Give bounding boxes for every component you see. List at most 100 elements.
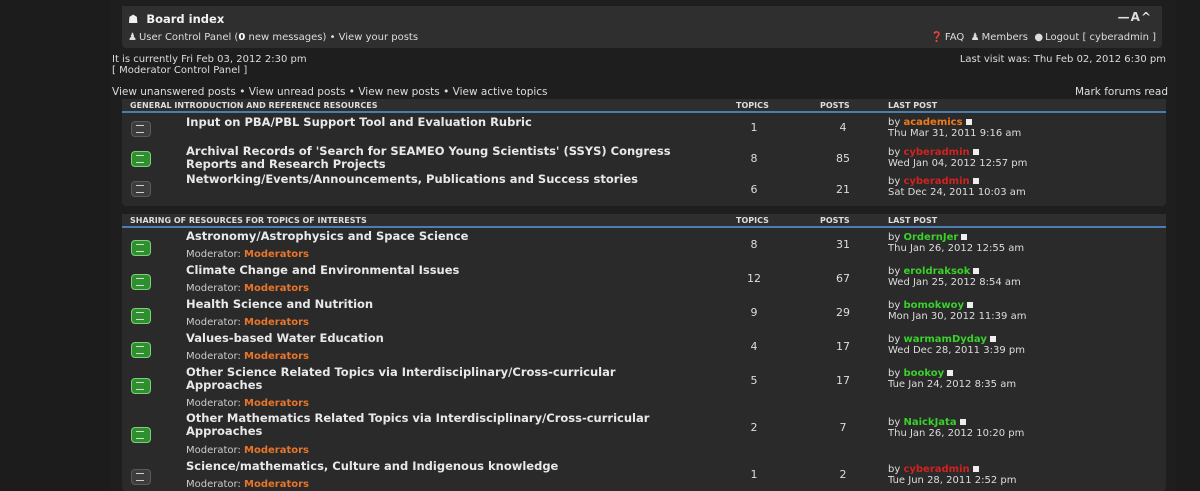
view-latest-post-icon[interactable] [959, 419, 966, 425]
view-latest-post-icon[interactable] [967, 302, 974, 308]
user-control-panel-link[interactable]: User Control Panel (0 new messages) [139, 32, 326, 43]
last-post-author[interactable]: cyberadmin [903, 147, 969, 158]
view-new-link[interactable]: View new posts [358, 86, 439, 98]
moderators-link[interactable]: Moderators [244, 479, 309, 490]
home-icon: ☗ [128, 12, 139, 26]
forum-title-link[interactable]: Climate Change and Environmental Issues [186, 264, 459, 277]
topics-count: 8 [750, 152, 758, 165]
view-active-link[interactable]: View active topics [453, 86, 548, 98]
forum-unread-icon [131, 151, 151, 167]
section-title[interactable]: SHARING OF RESOURCES FOR TOPICS OF INTER… [130, 216, 367, 225]
last-post-date: Mon Jan 30, 2012 11:39 am [888, 311, 1027, 322]
members-icon: ♟ [970, 32, 980, 43]
moderators-link[interactable]: Moderators [244, 351, 309, 362]
last-post: by cyberadmin Tue Jun 28, 2011 2:52 pm [888, 464, 1017, 486]
moderator-line: Moderator: Moderators [186, 479, 310, 490]
last-post-author[interactable]: OrdernJer [903, 232, 958, 243]
navbar: ☗ Board index —A^ ♟ User Control Panel (0… [122, 6, 1162, 48]
forum-unread-icon [131, 274, 151, 290]
moderator-control-panel-link[interactable]: [ Moderator Control Panel ] [112, 65, 307, 76]
view-latest-post-icon[interactable] [947, 370, 954, 376]
last-post-date: Tue Jan 24, 2012 8:35 am [888, 379, 1017, 390]
faq-link[interactable]: FAQ [945, 32, 964, 43]
board-index-link[interactable]: Board index [146, 12, 224, 26]
forum-title-link[interactable]: Input on PBA/PBL Support Tool and Evalua… [186, 116, 532, 129]
forum-row: Other Science Related Topics via Interdi… [122, 365, 1166, 411]
forum-row: Science/mathematics, Culture and Indigen… [122, 459, 1166, 491]
forum-unread-icon [131, 308, 151, 324]
view-unread-link[interactable]: View unread posts [249, 86, 346, 98]
topics-count: 4 [750, 340, 758, 353]
last-post-author[interactable]: bookoy [903, 368, 944, 379]
forum-row: Other Mathematics Related Topics via Int… [122, 411, 1166, 459]
forum-title-link[interactable]: Networking/Events/Announcements, Publica… [186, 173, 706, 186]
view-unanswered-link[interactable]: View unanswered posts [112, 86, 236, 98]
forum-row: Networking/Events/Announcements, Publica… [122, 173, 1166, 203]
forum-title-link[interactable]: Health Science and Nutrition [186, 298, 373, 311]
col-posts: POSTS [820, 216, 850, 225]
last-post-author[interactable]: eroldraksok [903, 266, 970, 277]
posts-count: 17 [836, 340, 850, 353]
topics-count: 1 [750, 121, 758, 134]
topics-count: 12 [747, 272, 761, 285]
last-post: by eroldraksok Wed Jan 25, 2012 8:54 am [888, 266, 1021, 288]
view-latest-post-icon[interactable] [973, 268, 980, 274]
moderators-link[interactable]: Moderators [244, 445, 309, 456]
forum-row: Values-based Water Education Moderator: … [122, 331, 1166, 365]
topics-count: 6 [750, 183, 758, 196]
col-topics: TOPICS [736, 101, 769, 110]
last-post: by cyberadmin Sat Dec 24, 2011 10:03 am [888, 176, 1026, 198]
faq-icon: ❓ [930, 32, 943, 43]
moderators-link[interactable]: Moderators [244, 249, 309, 260]
last-post-author[interactable]: warmamDyday [903, 334, 986, 345]
last-post-author[interactable]: bomokwoy [903, 300, 964, 311]
mark-forums-read-link[interactable]: Mark forums read [1075, 86, 1168, 98]
posts-count: 29 [836, 306, 850, 319]
col-topics: TOPICS [736, 216, 769, 225]
last-post-date: Thu Jan 26, 2012 12:55 am [888, 243, 1025, 254]
view-latest-post-icon[interactable] [972, 178, 979, 184]
moderators-link[interactable]: Moderators [244, 283, 309, 294]
posts-count: 2 [839, 468, 847, 481]
moderators-link[interactable]: Moderators [244, 398, 309, 409]
topics-count: 1 [750, 468, 758, 481]
last-post-author[interactable]: academics [903, 117, 962, 128]
view-latest-post-icon[interactable] [972, 466, 979, 472]
moderators-link[interactable]: Moderators [244, 317, 309, 328]
forum-title-link[interactable]: Science/mathematics, Culture and Indigen… [186, 460, 558, 473]
view-latest-post-icon[interactable] [961, 234, 968, 240]
last-post-date: Tue Jun 28, 2011 2:52 pm [888, 475, 1017, 486]
forum-title-link[interactable]: Other Science Related Topics via Interdi… [186, 366, 666, 392]
forum-row: Input on PBA/PBL Support Tool and Evalua… [122, 115, 1166, 141]
logout-link[interactable]: Logout [ cyberadmin ] [1045, 32, 1156, 43]
posts-count: 67 [836, 272, 850, 285]
forum-title-link[interactable]: Values-based Water Education [186, 332, 384, 345]
topics-count: 5 [750, 374, 758, 387]
last-visit: Last visit was: Thu Feb 02, 2012 6:30 pm [959, 54, 1166, 65]
forum-title-link[interactable]: Astronomy/Astrophysics and Space Science [186, 230, 469, 243]
moderator-line: Moderator: Moderators [186, 445, 310, 456]
moderator-line: Moderator: Moderators [186, 317, 310, 328]
section-title[interactable]: GENERAL INTRODUCTION AND REFERENCE RESOU… [130, 101, 378, 110]
last-post-author[interactable]: cyberadmin [903, 464, 969, 475]
forum-title-link[interactable]: Archival Records of 'Search for SEAMEO Y… [186, 145, 706, 171]
font-resize-button[interactable]: —A^ [1118, 10, 1152, 24]
moderator-line: Moderator: Moderators [186, 249, 310, 260]
last-post: by OrdernJer Thu Jan 26, 2012 12:55 am [888, 232, 1025, 254]
forum-row: Climate Change and Environmental Issues … [122, 263, 1166, 297]
forum-section-general: GENERAL INTRODUCTION AND REFERENCE RESOU… [122, 99, 1166, 206]
view-your-posts-link[interactable]: View your posts [339, 32, 418, 43]
forum-unread-icon [131, 240, 151, 256]
last-post: by academics Thu Mar 31, 2011 9:16 am [888, 117, 1022, 139]
last-post-author[interactable]: cyberadmin [903, 176, 969, 187]
moderator-line: Moderator: Moderators [186, 351, 310, 362]
members-link[interactable]: Members [982, 32, 1028, 43]
posts-count: 17 [836, 374, 850, 387]
view-latest-post-icon[interactable] [965, 119, 972, 125]
forum-title-link[interactable]: Other Mathematics Related Topics via Int… [186, 412, 686, 438]
posts-count: 85 [836, 152, 850, 165]
last-post-author[interactable]: NaickJata [903, 417, 956, 428]
view-latest-post-icon[interactable] [989, 336, 996, 342]
view-latest-post-icon[interactable] [972, 149, 979, 155]
last-post: by warmamDyday Wed Dec 28, 2011 3:39 pm [888, 334, 1025, 356]
